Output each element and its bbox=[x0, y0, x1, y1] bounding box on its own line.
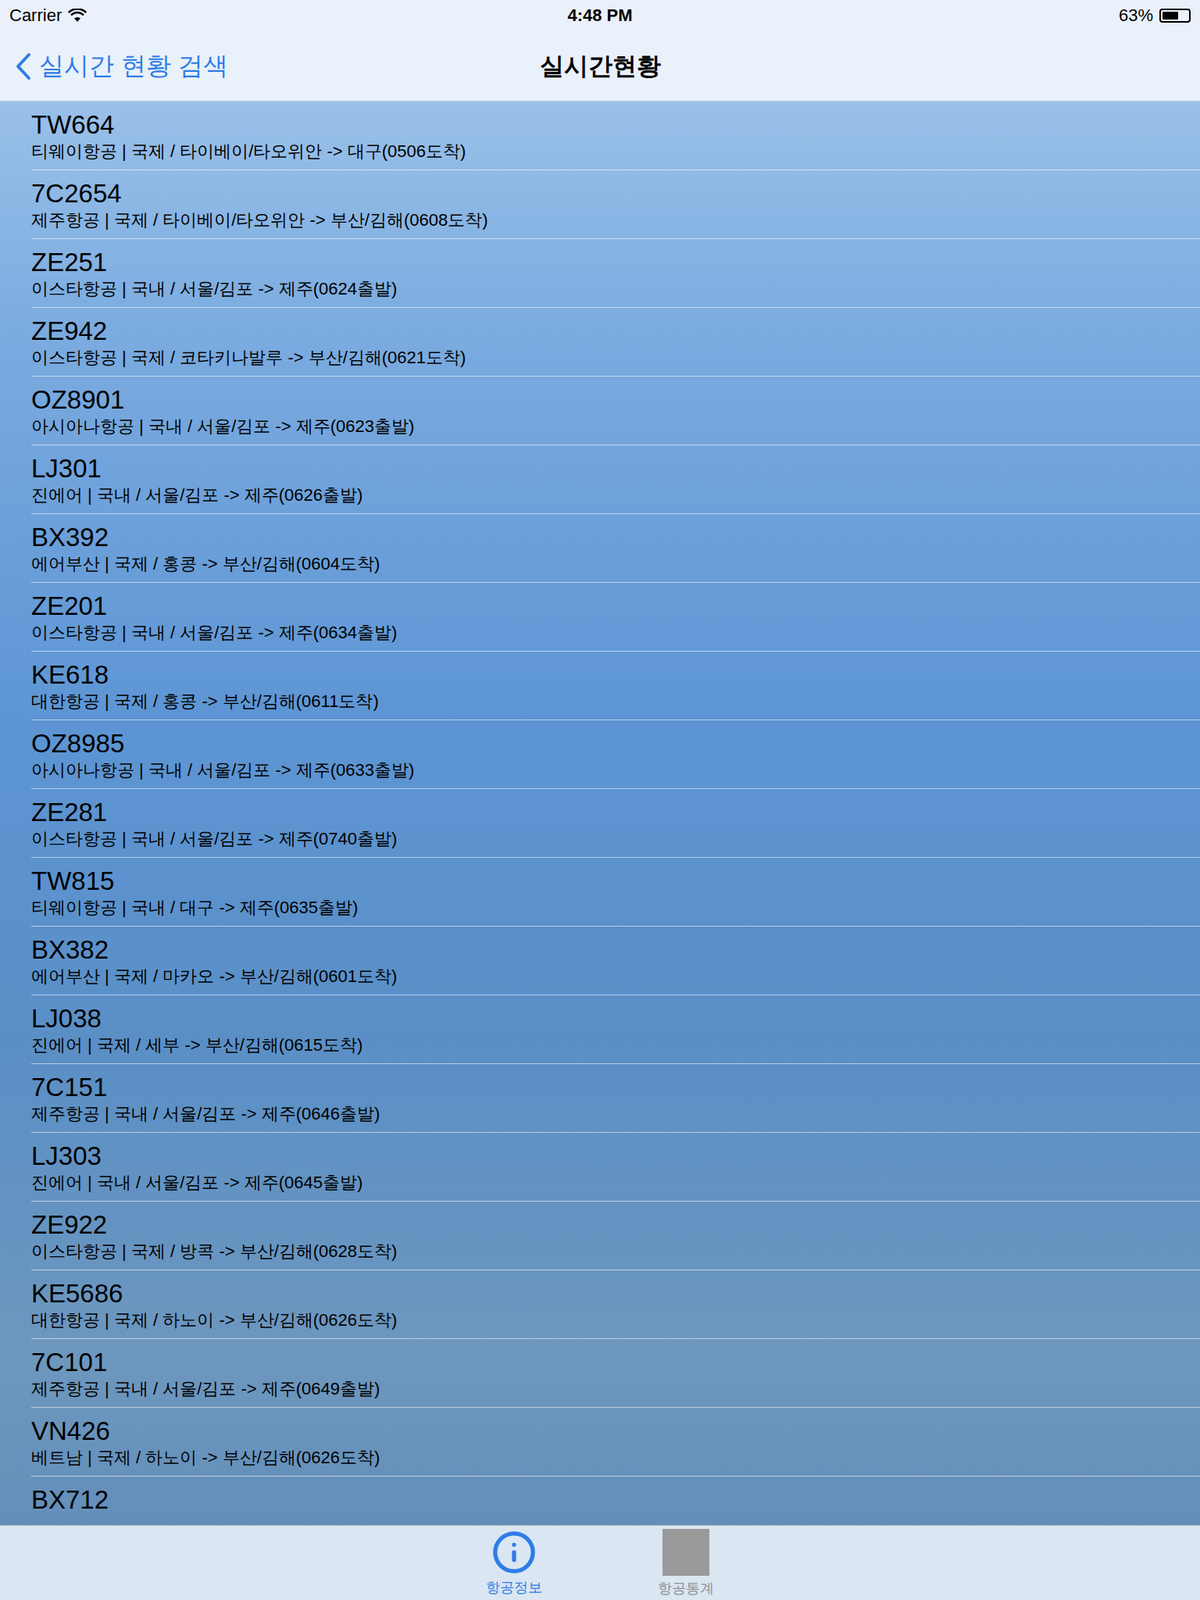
tab-bar: 항공정보항공통계 bbox=[0, 1525, 1200, 1600]
flight-code: ZE201 bbox=[31, 590, 1200, 622]
flight-detail: 티웨이항공 | 국제 / 타이베이/타오위안 -> 대구(0506도착) bbox=[31, 140, 1200, 163]
flight-detail: 이스타항공 | 국제 / 방콕 -> 부산/김해(0628도착) bbox=[31, 1240, 1200, 1263]
flight-detail: 아시아나항공 | 국내 / 서울/김포 -> 제주(0633출발) bbox=[31, 759, 1200, 782]
flight-detail: 진에어 | 국내 / 서울/김포 -> 제주(0626출발) bbox=[31, 484, 1200, 507]
flight-row[interactable]: LJ303진에어 | 국내 / 서울/김포 -> 제주(0645출발) bbox=[31, 1132, 1200, 1202]
flight-row[interactable]: ZE201이스타항공 | 국내 / 서울/김포 -> 제주(0634출발) bbox=[31, 582, 1200, 652]
flight-code: BX382 bbox=[31, 934, 1200, 966]
flight-code: LJ301 bbox=[31, 453, 1200, 485]
flight-code: ZE922 bbox=[31, 1209, 1200, 1241]
flight-detail: 대한항공 | 국제 / 하노이 -> 부산/김해(0626도착) bbox=[31, 1309, 1200, 1332]
flight-code: ZE251 bbox=[31, 246, 1200, 279]
nav-bar: 실시간 현황 검색실시간현황 bbox=[0, 31, 1200, 101]
flight-detail: 진에어 | 국제 / 세부 -> 부산/김해(0615도착) bbox=[31, 1034, 1200, 1057]
flight-code: ZE942 bbox=[31, 315, 1200, 347]
flight-row[interactable]: BX712 bbox=[31, 1476, 1200, 1525]
tab-item[interactable]: 항공통계 bbox=[600, 1525, 772, 1600]
chevron-left-icon bbox=[15, 52, 32, 81]
flight-code: BX392 bbox=[31, 521, 1200, 554]
flight-detail: 제주항공 | 국제 / 타이베이/타오위안 -> 부산/김해(0608도착) bbox=[31, 209, 1200, 232]
flight-code: OZ8901 bbox=[31, 384, 1200, 416]
flight-row[interactable]: VN426베트남 | 국제 / 하노이 -> 부산/김해(0626도착) bbox=[31, 1407, 1200, 1477]
flight-detail: 아시아나항공 | 국내 / 서울/김포 -> 제주(0623출발) bbox=[31, 415, 1200, 438]
carrier: Carrier bbox=[9, 5, 568, 26]
flight-detail: 에어부산 | 국제 / 홍콩 -> 부산/김해(0604도착) bbox=[31, 553, 1200, 575]
flight-row[interactable]: 7C2654제주항공 | 국제 / 타이베이/타오위안 -> 부산/김해(060… bbox=[31, 170, 1200, 240]
clock: 4:48 PM bbox=[567, 5, 633, 26]
wifi-icon bbox=[67, 8, 87, 23]
flight-row[interactable]: 7C151제주항공 | 국내 / 서울/김포 -> 제주(0646출발) bbox=[31, 1064, 1200, 1133]
battery-icon bbox=[1159, 8, 1191, 23]
flight-row[interactable]: ZE281이스타항공 | 국내 / 서울/김포 -> 제주(0740출발) bbox=[31, 789, 1200, 858]
back-button[interactable]: 실시간 현황 검색 bbox=[15, 49, 540, 84]
flight-row[interactable]: ZE922이스타항공 | 국제 / 방콕 -> 부산/김해(0628도착) bbox=[31, 1201, 1200, 1271]
flight-code: LJ038 bbox=[31, 1003, 1200, 1035]
flight-row[interactable]: KE5686대한항공 | 국제 / 하노이 -> 부산/김해(0626도착) bbox=[31, 1270, 1200, 1340]
flight-list: TW664티웨이항공 | 국제 / 타이베이/타오위안 -> 대구(0506도착… bbox=[0, 101, 1200, 1525]
square-icon bbox=[662, 1528, 710, 1576]
top-bar: Carrier4:48 PM63%실시간 현황 검색실시간현황 bbox=[0, 0, 1200, 102]
flight-detail: 진에어 | 국내 / 서울/김포 -> 제주(0645출발) bbox=[31, 1171, 1200, 1194]
flight-detail: 대한항공 | 국제 / 홍콩 -> 부산/김해(0611도착) bbox=[31, 690, 1200, 713]
status-bar: Carrier4:48 PM63% bbox=[0, 0, 1200, 32]
battery: 63% bbox=[632, 5, 1191, 26]
flight-code: OZ8985 bbox=[31, 728, 1200, 760]
flight-detail: 이스타항공 | 국내 / 서울/김포 -> 제주(0634출발) bbox=[31, 621, 1200, 644]
flight-row[interactable]: LJ301진에어 | 국내 / 서울/김포 -> 제주(0626출발) bbox=[31, 445, 1200, 515]
flight-row[interactable]: ZE251이스타항공 | 국내 / 서울/김포 -> 제주(0624출발) bbox=[31, 239, 1200, 308]
flight-row[interactable]: 7C101제주항공 | 국내 / 서울/김포 -> 제주(0649출발) bbox=[31, 1339, 1200, 1408]
tab-item[interactable]: 항공정보 bbox=[428, 1525, 600, 1600]
flight-code: 7C151 bbox=[31, 1071, 1200, 1104]
flight-detail: 이스타항공 | 국내 / 서울/김포 -> 제주(0740출발) bbox=[31, 828, 1200, 850]
flight-detail: 제주항공 | 국내 / 서울/김포 -> 제주(0646출발) bbox=[31, 1103, 1200, 1125]
flight-row[interactable]: OZ8901아시아나항공 | 국내 / 서울/김포 -> 제주(0623출발) bbox=[31, 376, 1200, 446]
flight-row[interactable]: OZ8985아시아나항공 | 국내 / 서울/김포 -> 제주(0633출발) bbox=[31, 720, 1200, 790]
flight-detail: 이스타항공 | 국내 / 서울/김포 -> 제주(0624출발) bbox=[31, 278, 1200, 300]
flight-code: KE5686 bbox=[31, 1278, 1200, 1310]
flight-row[interactable]: KE618대한항공 | 국제 / 홍콩 -> 부산/김해(0611도착) bbox=[31, 651, 1200, 721]
nav-title: 실시간현황 bbox=[539, 50, 661, 83]
flight-code: BX712 bbox=[31, 1484, 1200, 1516]
flight-code: 7C101 bbox=[31, 1346, 1200, 1379]
flight-code: KE618 bbox=[31, 659, 1200, 691]
flight-row[interactable]: TW815티웨이항공 | 국내 / 대구 -> 제주(0635출발) bbox=[31, 857, 1200, 927]
flight-detail: 이스타항공 | 국제 / 코타키나발루 -> 부산/김해(0621도착) bbox=[31, 346, 1200, 369]
flight-row[interactable]: LJ038진에어 | 국제 / 세부 -> 부산/김해(0615도착) bbox=[31, 995, 1200, 1065]
flight-detail: 에어부산 | 국제 / 마카오 -> 부산/김해(0601도착) bbox=[31, 965, 1200, 988]
flight-code: VN426 bbox=[31, 1415, 1200, 1447]
flight-detail: 티웨이항공 | 국내 / 대구 -> 제주(0635출발) bbox=[31, 896, 1200, 919]
flight-code: LJ303 bbox=[31, 1140, 1200, 1172]
flight-row[interactable]: BX382에어부산 | 국제 / 마카오 -> 부산/김해(0601도착) bbox=[31, 926, 1200, 996]
info-icon bbox=[491, 1529, 537, 1575]
flight-code: TW664 bbox=[31, 109, 1200, 141]
flight-code: TW815 bbox=[31, 865, 1200, 897]
flight-row[interactable]: BX392에어부산 | 국제 / 홍콩 -> 부산/김해(0604도착) bbox=[31, 514, 1200, 583]
flight-code: ZE281 bbox=[31, 796, 1200, 829]
flight-code: 7C2654 bbox=[31, 178, 1200, 210]
flight-row[interactable]: TW664티웨이항공 | 국제 / 타이베이/타오위안 -> 대구(0506도착… bbox=[31, 101, 1200, 171]
flight-row[interactable]: ZE942이스타항공 | 국제 / 코타키나발루 -> 부산/김해(0621도착… bbox=[31, 307, 1200, 377]
flight-detail: 제주항공 | 국내 / 서울/김포 -> 제주(0649출발) bbox=[31, 1378, 1200, 1400]
flight-detail: 베트남 | 국제 / 하노이 -> 부산/김해(0626도착) bbox=[31, 1446, 1200, 1469]
screen: Carrier4:48 PM63%실시간 현황 검색실시간현황TW664티웨이항… bbox=[0, 0, 1200, 1600]
